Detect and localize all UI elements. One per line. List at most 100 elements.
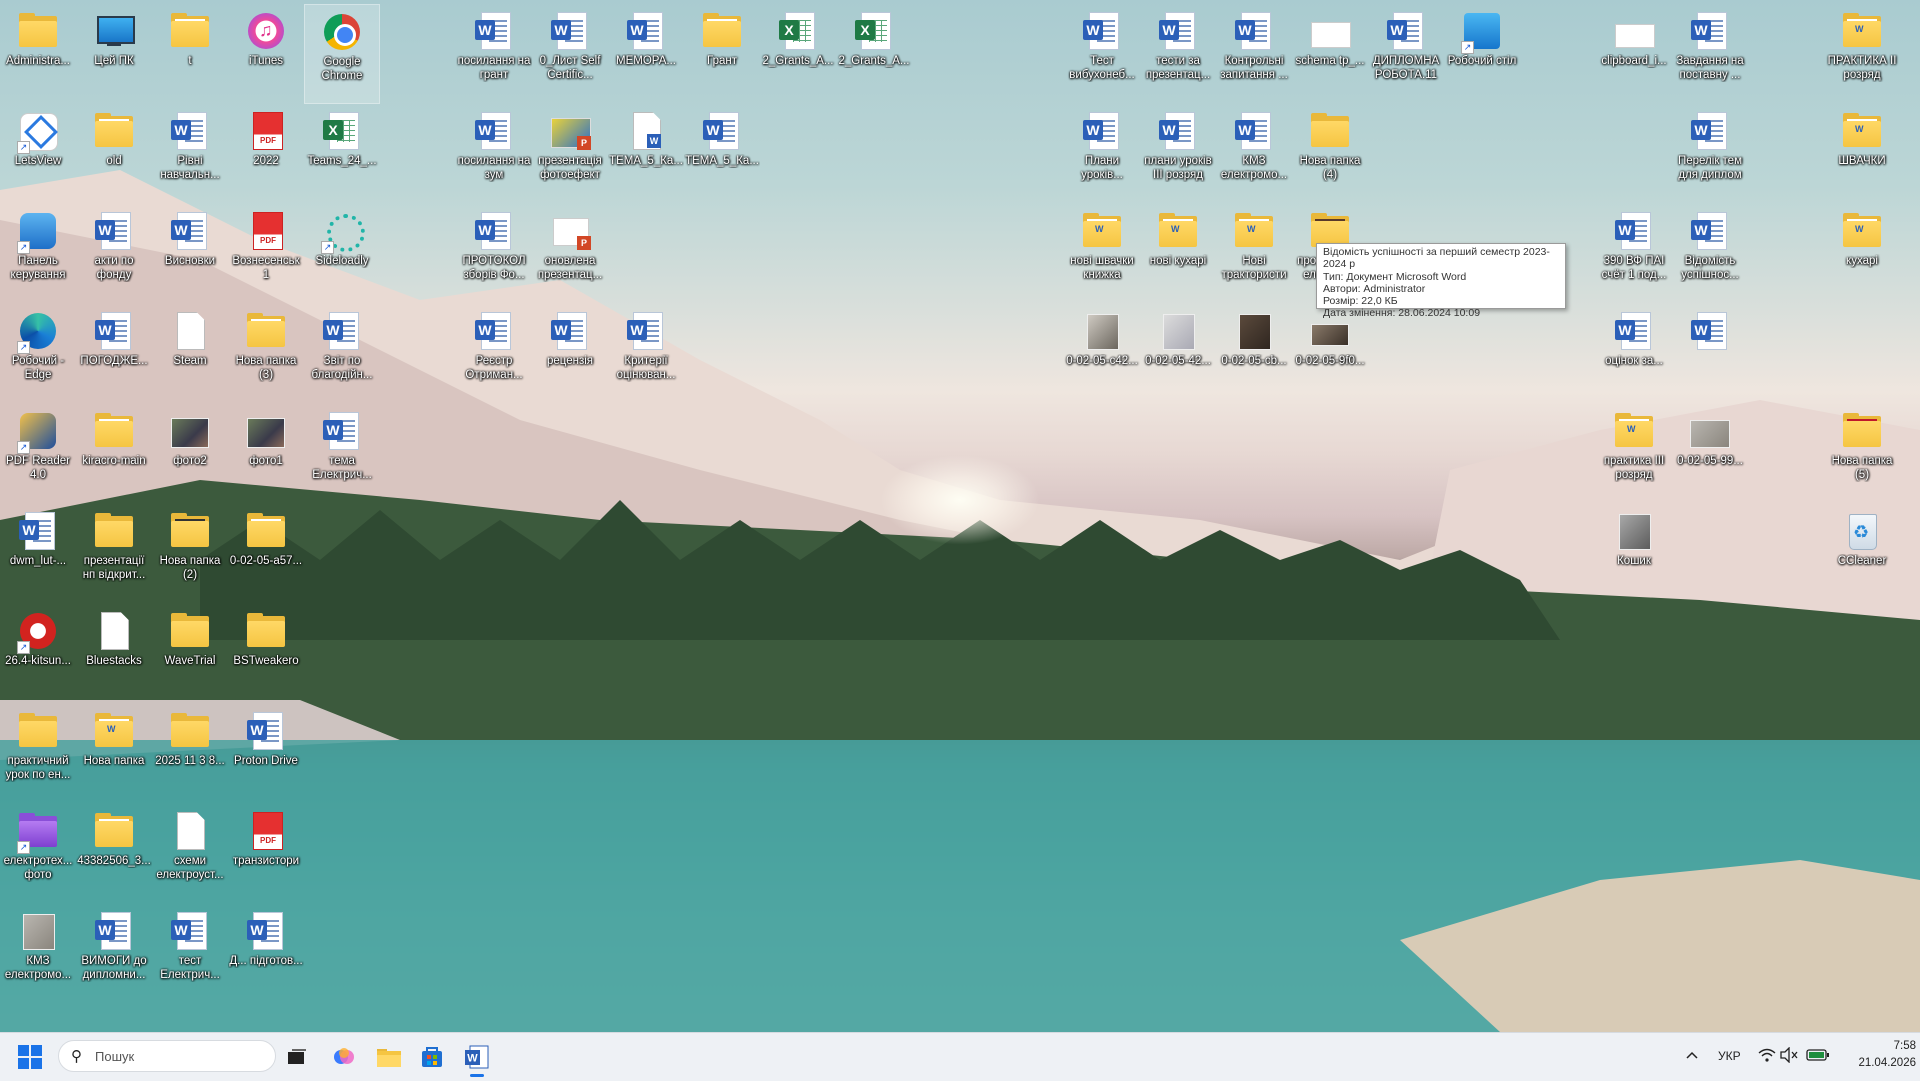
desktop-icon-recycle-bin[interactable]: ♻ CCleaner	[1824, 504, 1900, 604]
desktop-icon-pogodzhennya[interactable]: W ПОГОДЖЕ...	[76, 304, 152, 404]
desktop-icon-ccleaner[interactable]: 26.4-kitsun...	[0, 604, 76, 704]
desktop-icon-nova-papka-5[interactable]: Нова папка (5)	[1824, 404, 1900, 504]
desktop-icon-edge[interactable]: Робочий - Edge	[0, 304, 76, 404]
clock[interactable]: 7:58 21.04.2026	[1836, 1038, 1916, 1074]
desktop-icon-dyplomna-robota[interactable]: W ДИПЛОМНА РОБОТА.11	[1368, 4, 1444, 104]
language-indicator[interactable]: УКР	[1718, 1049, 1741, 1063]
battery-button[interactable]	[1806, 1047, 1830, 1063]
desktop-icon-nova-papka-2[interactable]: 0-02-05-a57...	[228, 504, 304, 604]
desktop-icon-elektrotekh-foto[interactable]: 43382506_3...	[76, 804, 152, 904]
desktop-icon-pdf-2022[interactable]: PDF 2022	[228, 104, 304, 204]
desktop-icon-43382506[interactable]: схеми електроуст...	[152, 804, 228, 904]
desktop-icon-steam[interactable]: Steam	[152, 304, 228, 404]
desktop-icon-img-c42[interactable]: 0-02-05-c42...	[1064, 304, 1140, 404]
desktop-icon-img-cb[interactable]: 0-02-05-cb...	[1216, 304, 1292, 404]
desktop-icon-onovlena-prez[interactable]: Pоновлена презентац...	[532, 204, 608, 304]
desktop-icon-voznesensk[interactable]: PDF Вознесенськ 1	[228, 204, 304, 304]
desktop-icon-control-panel[interactable]: Панель керування	[0, 204, 76, 304]
desktop-icon-rivni-navch[interactable]: W Рівні навчальн...	[152, 104, 228, 204]
desktop-icon-bstweakero[interactable]: практичний урок по ен...	[0, 704, 76, 804]
desktop-icon-google-chrome[interactable]: Google Chrome	[304, 4, 380, 104]
desktop-icon-nova-papka[interactable]: 2025 11 3 8...	[152, 704, 228, 804]
desktop-icon-teams-24[interactable]: X Teams_24_...	[304, 104, 380, 204]
desktop-icon-foto1[interactable]: фото1	[228, 404, 304, 504]
wifi-button[interactable]	[1758, 1047, 1776, 1063]
desktop-icon-letsview[interactable]: LetsView	[0, 104, 76, 204]
desktop-icon-protokoly[interactable]: W ПРОТОКОЛ зборів Фо...	[456, 204, 532, 304]
show-hidden-icons-button[interactable]	[1684, 1047, 1700, 1063]
desktop-icon-this-pc[interactable]: Цей ПК	[76, 4, 152, 104]
desktop-icon-bluestacks[interactable]: WaveTrial	[152, 604, 228, 704]
desktop-icon-schema-tp[interactable]: schema tp_...	[1292, 4, 1368, 104]
desktop-icon-vidomist-uspishn[interactable]: W Відомість успішнос...	[1672, 204, 1748, 304]
store-button[interactable]	[420, 1045, 444, 1069]
volume-button[interactable]	[1780, 1046, 1798, 1064]
desktop-icon-tranzystory[interactable]: КМЗ електромо...	[0, 904, 76, 1004]
desktop-icon-nova-papka-4[interactable]: Нова папка (4)	[1292, 104, 1368, 204]
desktop-icon-praktyka-iii[interactable]: Wпрактика ІІІ розряд	[1596, 404, 1672, 504]
desktop-icon-tema-5-ka1[interactable]: W ТЕМА_5_Ка...	[608, 104, 684, 204]
desktop-icon-nova-papka-3[interactable]: Нова папка (3)	[228, 304, 304, 404]
copilot-button[interactable]	[332, 1045, 356, 1069]
desktop-icon-kukhari[interactable]: Wкухарі	[1824, 204, 1900, 304]
desktop-icon-itunes[interactable]: ♫ iTunes	[228, 4, 304, 104]
desktop-icon-prezentatsiya-foto[interactable]: Pпрезентація фотоефект	[532, 104, 608, 204]
desktop[interactable]: Administra... LetsView Панель керування …	[0, 0, 1920, 1032]
desktop-icon-sideloadly[interactable]: Sideloadly	[304, 204, 380, 304]
desktop-icon-img-a57[interactable]: Кошик	[1596, 504, 1672, 604]
desktop-icon-test-vybukhon[interactable]: W Тест вибухонеб...	[1064, 4, 1140, 104]
desktop-icon-foto2[interactable]: фото2	[152, 404, 228, 504]
desktop-icon-lyst-self-cert[interactable]: W 0_Лист Self Certific...	[532, 4, 608, 104]
word-taskbar-button[interactable]: W	[464, 1044, 490, 1077]
desktop-icon-grants-a1[interactable]: X 2_Grants_A...	[760, 4, 836, 104]
desktop-icon-grant[interactable]: Грант	[684, 4, 760, 104]
desktop-icon-dwm-lut[interactable]: презентації нп відкрит...	[76, 504, 152, 604]
task-view-button[interactable]	[286, 1046, 308, 1068]
desktop-icon-vymogy[interactable]: Wтест Електрич...	[152, 904, 228, 1004]
desktop-icon-plany-urokiv[interactable]: W Плани уроків...	[1064, 104, 1140, 204]
desktop-icon-kmz-elektromo2[interactable]: W ВИМОГИ до дипломни...	[76, 904, 152, 1004]
desktop-icon-390-vf-pai[interactable]: W 390 ВФ ПАІ счёт 1 под...	[1596, 204, 1672, 304]
desktop-icon-kiracro-main[interactable]: kiracro-main	[76, 404, 152, 504]
file-explorer-button[interactable]	[376, 1045, 402, 1069]
desktop-icon-wavetrial[interactable]: BSTweakero	[228, 604, 304, 704]
desktop-icon-reiestr[interactable]: W Реєстр Отриман...	[456, 304, 532, 404]
desktop-icon-novi-kukhari[interactable]: Wнові кухарі	[1140, 204, 1216, 304]
desktop-icon-t[interactable]: t	[152, 4, 228, 104]
desktop-icon-pobazhannya[interactable]: Wdwm_lut-...	[0, 504, 76, 604]
desktop-icon-perelik-tem[interactable]: W Перелік тем для диплом	[1672, 104, 1748, 204]
desktop-icon-tema-5-ka2[interactable]: W ТЕМА_5_Ка...	[684, 104, 760, 204]
desktop-icon-proton-drive[interactable]: електротех... фото	[0, 804, 76, 904]
desktop-icon-clipboard[interactable]: clipboard_i...	[1596, 4, 1672, 104]
desktop-icon-zvit-blagodiyn[interactable]: W Звіт по благодійн...	[304, 304, 380, 404]
desktop-icon-grants-a2[interactable]: X 2_Grants_A...	[836, 4, 912, 104]
desktop-icon-novi-traktorysty[interactable]: W Нові трактористи	[1216, 204, 1292, 304]
desktop-icon-praktychnyi-urok[interactable]: W Нова папка	[76, 704, 152, 804]
desktop-icon-prezentatsii-np[interactable]: Нова папка (2)	[152, 504, 228, 604]
desktop-icon-akty-fondu[interactable]: Wакти по фонду	[76, 204, 152, 304]
desktop-icon-vysnovky[interactable]: W Висновки	[152, 204, 228, 304]
desktop-icon-pdf-reader[interactable]: PDF Reader 4.0	[0, 404, 76, 504]
desktop-icon-kmz-elektromo[interactable]: W КМЗ електромо...	[1216, 104, 1292, 204]
desktop-icon-zavdannya[interactable]: W Завдання на поставну ...	[1672, 4, 1748, 104]
desktop-icon-skhemy[interactable]: PDF транзистори	[228, 804, 304, 904]
desktop-icon-doc-partial[interactable]: Wоцінок за...	[1596, 304, 1672, 404]
taskbar-search[interactable]: ⚲ Пошук	[58, 1040, 276, 1072]
desktop-icon-robochyi-stil[interactable]: Робочий стіл	[1444, 4, 1520, 104]
desktop-icon-retsenziya[interactable]: Wрецензія	[532, 304, 608, 404]
desktop-icon-tema-elektrych[interactable]: Wтема Електрич...	[304, 404, 380, 504]
desktop-icon-test-elektrych[interactable]: W Д... підготов...	[228, 904, 304, 1004]
desktop-icon-posylannya-zum[interactable]: Wпосилання на зум	[456, 104, 532, 204]
desktop-icon-doc-partial2[interactable]: W	[1672, 304, 1748, 404]
desktop-icon-administrator[interactable]: Administra...	[0, 4, 76, 104]
desktop-icon-posylannya-grant[interactable]: Wпосилання на грант	[456, 4, 532, 104]
start-button[interactable]	[18, 1045, 42, 1069]
desktop-icon-testy-prezentats[interactable]: Wтести за презентац...	[1140, 4, 1216, 104]
desktop-icon-kitsun[interactable]: Bluestacks	[76, 604, 152, 704]
desktop-icon-kryterii[interactable]: W Критерії оцінюван...	[608, 304, 684, 404]
desktop-icon-img-99[interactable]: 0-02-05-99...	[1672, 404, 1748, 504]
desktop-icon-doc-2025[interactable]: W Proton Drive	[228, 704, 304, 804]
desktop-icon-memora[interactable]: W МЕМОРА...	[608, 4, 684, 104]
desktop-icon-kontrolni-zap[interactable]: W Контрольні запитання ...	[1216, 4, 1292, 104]
desktop-icon-img-42[interactable]: 0-02-05-42...	[1140, 304, 1216, 404]
